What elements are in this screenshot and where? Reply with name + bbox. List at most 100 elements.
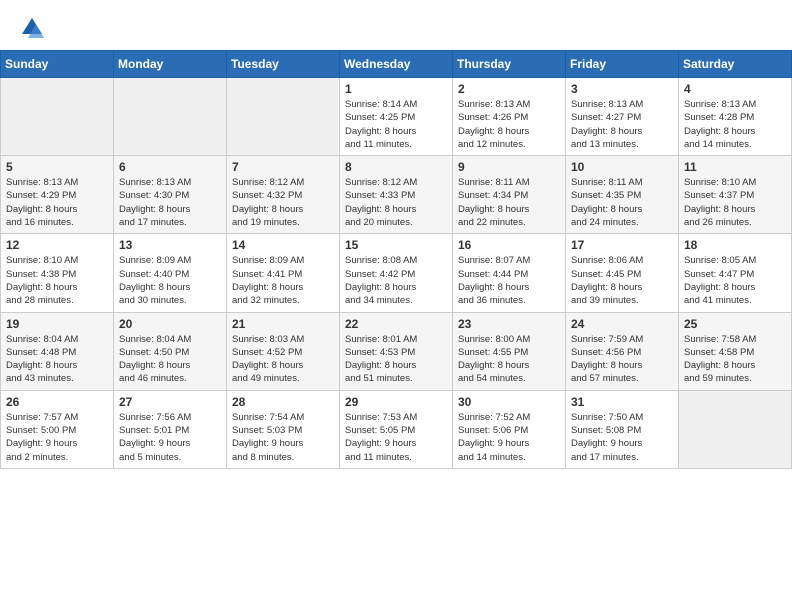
day-info: Sunrise: 8:06 AM Sunset: 4:45 PM Dayligh… (571, 254, 673, 307)
day-number: 20 (119, 317, 221, 331)
weekday-header-saturday: Saturday (679, 51, 792, 78)
logo-icon (18, 14, 46, 42)
day-cell: 24 Sunrise: 7:59 AM Sunset: 4:56 PM Dayli… (566, 312, 679, 390)
weekday-header-wednesday: Wednesday (340, 51, 453, 78)
day-number: 14 (232, 238, 334, 252)
day-info: Sunrise: 8:13 AM Sunset: 4:30 PM Dayligh… (119, 176, 221, 229)
day-cell: 21Sunrise: 8:03 AM Sunset: 4:52 PM Dayli… (227, 312, 340, 390)
day-info: Sunrise: 8:13 AM Sunset: 4:29 PM Dayligh… (6, 176, 108, 229)
day-number: 2 (458, 82, 560, 96)
day-cell: 15 Sunrise: 8:08 AM Sunset: 4:42 PM Dayli… (340, 234, 453, 312)
day-cell (679, 390, 792, 468)
day-info: Sunrise: 8:14 AM Sunset: 4:25 PM Dayligh… (345, 98, 447, 151)
weekday-header-thursday: Thursday (453, 51, 566, 78)
logo (18, 14, 50, 42)
day-info: Sunrise: 7:50 AM Sunset: 5:08 PM Dayligh… (571, 411, 673, 464)
day-cell: 26 Sunrise: 7:57 AM Sunset: 5:00 PM Dayli… (1, 390, 114, 468)
weekday-header-tuesday: Tuesday (227, 51, 340, 78)
day-cell: 14 Sunrise: 8:09 AM Sunset: 4:41 PM Dayli… (227, 234, 340, 312)
day-number: 4 (684, 82, 786, 96)
day-number: 16 (458, 238, 560, 252)
day-info: Sunrise: 8:10 AM Sunset: 4:38 PM Dayligh… (6, 254, 108, 307)
day-number: 18 (684, 238, 786, 252)
day-cell: 6 Sunrise: 8:13 AM Sunset: 4:30 PM Daylig… (114, 156, 227, 234)
day-info: Sunrise: 8:13 AM Sunset: 4:27 PM Dayligh… (571, 98, 673, 151)
day-cell: 20 Sunrise: 8:04 AM Sunset: 4:50 PM Dayli… (114, 312, 227, 390)
day-cell: 19 Sunrise: 8:04 AM Sunset: 4:48 PM Dayli… (1, 312, 114, 390)
day-cell: 2 Sunrise: 8:13 AM Sunset: 4:26 PM Daylig… (453, 78, 566, 156)
day-cell: 12 Sunrise: 8:10 AM Sunset: 4:38 PM Dayli… (1, 234, 114, 312)
day-info: Sunrise: 8:08 AM Sunset: 4:42 PM Dayligh… (345, 254, 447, 307)
day-info: Sunrise: 7:52 AM Sunset: 5:06 PM Dayligh… (458, 411, 560, 464)
day-info: Sunrise: 7:59 AM Sunset: 4:56 PM Dayligh… (571, 333, 673, 386)
day-cell: 22Sunrise: 8:01 AM Sunset: 4:53 PM Dayli… (340, 312, 453, 390)
day-info: Sunrise: 8:13 AM Sunset: 4:26 PM Dayligh… (458, 98, 560, 151)
day-number: 27 (119, 395, 221, 409)
day-number: 1 (345, 82, 447, 96)
day-info: Sunrise: 7:57 AM Sunset: 5:00 PM Dayligh… (6, 411, 108, 464)
day-number: 29 (345, 395, 447, 409)
day-info: Sunrise: 8:10 AM Sunset: 4:37 PM Dayligh… (684, 176, 786, 229)
day-cell: 29 Sunrise: 7:53 AM Sunset: 5:05 PM Dayli… (340, 390, 453, 468)
day-cell: 23Sunrise: 8:00 AM Sunset: 4:55 PM Dayli… (453, 312, 566, 390)
day-number: 13 (119, 238, 221, 252)
day-cell: 10Sunrise: 8:11 AM Sunset: 4:35 PM Dayli… (566, 156, 679, 234)
day-number: 19 (6, 317, 108, 331)
day-cell: 16 Sunrise: 8:07 AM Sunset: 4:44 PM Dayli… (453, 234, 566, 312)
day-cell (1, 78, 114, 156)
day-number: 26 (6, 395, 108, 409)
day-info: Sunrise: 8:11 AM Sunset: 4:35 PM Dayligh… (571, 176, 673, 229)
day-info: Sunrise: 8:07 AM Sunset: 4:44 PM Dayligh… (458, 254, 560, 307)
day-info: Sunrise: 8:09 AM Sunset: 4:40 PM Dayligh… (119, 254, 221, 307)
day-info: Sunrise: 7:58 AM Sunset: 4:58 PM Dayligh… (684, 333, 786, 386)
day-info: Sunrise: 7:56 AM Sunset: 5:01 PM Dayligh… (119, 411, 221, 464)
day-cell: 18 Sunrise: 8:05 AM Sunset: 4:47 PM Dayli… (679, 234, 792, 312)
weekday-header-friday: Friday (566, 51, 679, 78)
day-number: 12 (6, 238, 108, 252)
day-number: 17 (571, 238, 673, 252)
day-cell: 28 Sunrise: 7:54 AM Sunset: 5:03 PM Dayli… (227, 390, 340, 468)
week-row-1: 1 Sunrise: 8:14 AM Sunset: 4:25 PM Daylig… (1, 78, 792, 156)
day-info: Sunrise: 8:09 AM Sunset: 4:41 PM Dayligh… (232, 254, 334, 307)
day-number: 6 (119, 160, 221, 174)
day-number: 8 (345, 160, 447, 174)
day-cell: 17 Sunrise: 8:06 AM Sunset: 4:45 PM Dayli… (566, 234, 679, 312)
day-info: Sunrise: 8:12 AM Sunset: 4:32 PM Dayligh… (232, 176, 334, 229)
day-info: Sunrise: 8:13 AM Sunset: 4:28 PM Dayligh… (684, 98, 786, 151)
day-cell (114, 78, 227, 156)
day-info: Sunrise: 8:01 AM Sunset: 4:53 PM Dayligh… (345, 333, 447, 386)
day-number: 28 (232, 395, 334, 409)
week-row-4: 19 Sunrise: 8:04 AM Sunset: 4:48 PM Dayli… (1, 312, 792, 390)
day-info: Sunrise: 8:05 AM Sunset: 4:47 PM Dayligh… (684, 254, 786, 307)
day-number: 11 (684, 160, 786, 174)
day-info: Sunrise: 7:53 AM Sunset: 5:05 PM Dayligh… (345, 411, 447, 464)
day-number: 9 (458, 160, 560, 174)
day-cell: 25Sunrise: 7:58 AM Sunset: 4:58 PM Dayli… (679, 312, 792, 390)
week-row-2: 5 Sunrise: 8:13 AM Sunset: 4:29 PM Daylig… (1, 156, 792, 234)
day-info: Sunrise: 8:00 AM Sunset: 4:55 PM Dayligh… (458, 333, 560, 386)
weekday-header-sunday: Sunday (1, 51, 114, 78)
day-info: Sunrise: 8:04 AM Sunset: 4:48 PM Dayligh… (6, 333, 108, 386)
day-cell: 13 Sunrise: 8:09 AM Sunset: 4:40 PM Dayli… (114, 234, 227, 312)
page: SundayMondayTuesdayWednesdayThursdayFrid… (0, 0, 792, 612)
day-cell: 31Sunrise: 7:50 AM Sunset: 5:08 PM Dayli… (566, 390, 679, 468)
day-number: 7 (232, 160, 334, 174)
day-cell: 27 Sunrise: 7:56 AM Sunset: 5:01 PM Dayli… (114, 390, 227, 468)
day-cell: 3Sunrise: 8:13 AM Sunset: 4:27 PM Daylig… (566, 78, 679, 156)
day-number: 15 (345, 238, 447, 252)
day-number: 24 (571, 317, 673, 331)
day-cell: 7 Sunrise: 8:12 AM Sunset: 4:32 PM Daylig… (227, 156, 340, 234)
day-info: Sunrise: 8:11 AM Sunset: 4:34 PM Dayligh… (458, 176, 560, 229)
weekday-header-monday: Monday (114, 51, 227, 78)
day-number: 5 (6, 160, 108, 174)
day-info: Sunrise: 7:54 AM Sunset: 5:03 PM Dayligh… (232, 411, 334, 464)
day-cell: 9 Sunrise: 8:11 AM Sunset: 4:34 PM Daylig… (453, 156, 566, 234)
day-cell (227, 78, 340, 156)
day-cell: 5 Sunrise: 8:13 AM Sunset: 4:29 PM Daylig… (1, 156, 114, 234)
weekday-header-row: SundayMondayTuesdayWednesdayThursdayFrid… (1, 51, 792, 78)
calendar: SundayMondayTuesdayWednesdayThursdayFrid… (0, 50, 792, 469)
day-cell: 8Sunrise: 8:12 AM Sunset: 4:33 PM Daylig… (340, 156, 453, 234)
header (0, 0, 792, 50)
day-info: Sunrise: 8:04 AM Sunset: 4:50 PM Dayligh… (119, 333, 221, 386)
week-row-3: 12 Sunrise: 8:10 AM Sunset: 4:38 PM Dayli… (1, 234, 792, 312)
